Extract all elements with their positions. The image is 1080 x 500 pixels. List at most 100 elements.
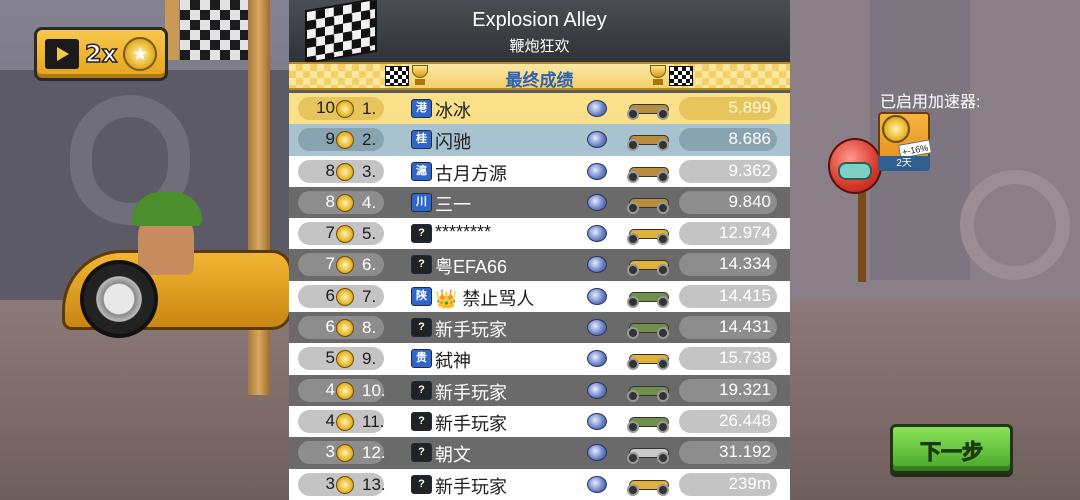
rank-gem-icon bbox=[587, 287, 607, 305]
track-subtitle: 鞭炮狂欢 bbox=[509, 38, 570, 55]
coin-reward: 10 bbox=[316, 98, 335, 117]
region-flag-icon: ? bbox=[411, 411, 432, 431]
panel-header: Explosion Alley 鞭炮狂欢 bbox=[289, 0, 790, 62]
coin-reward: 6 bbox=[325, 285, 335, 305]
player-name: 新手玩家 bbox=[435, 413, 507, 434]
coin-icon bbox=[336, 412, 354, 431]
result-row: 6 7. 陕 👑 禁止骂人 14.415 bbox=[289, 280, 790, 313]
region-flag-icon: 港 bbox=[411, 99, 432, 118]
player-name: 闪驰 bbox=[435, 132, 471, 153]
video-play-icon bbox=[45, 39, 79, 69]
player-name: 粤EFA66 bbox=[435, 257, 508, 278]
booster-duration: 2天 bbox=[878, 156, 930, 171]
rank-gem-icon bbox=[587, 412, 607, 430]
finish-time: 9.362 bbox=[728, 160, 771, 180]
rank-gem-icon bbox=[587, 350, 607, 368]
rank-number: 4. bbox=[362, 192, 377, 212]
vehicle-icon bbox=[625, 317, 673, 340]
coin-reward: 5 bbox=[325, 348, 335, 368]
rank-number: 5. bbox=[362, 224, 377, 244]
region-flag-icon: ? bbox=[411, 255, 432, 275]
finish-time: 15.738 bbox=[719, 348, 771, 368]
vehicle-icon bbox=[625, 223, 673, 246]
finish-time: 26.448 bbox=[719, 410, 771, 430]
rank-gem-icon bbox=[587, 100, 607, 117]
result-row: 3 13.? 新手玩家 239m bbox=[289, 468, 790, 500]
player-name: 弑神 bbox=[435, 351, 471, 372]
rank-gem-icon bbox=[587, 319, 607, 337]
player-name: 👑 禁止骂人 bbox=[435, 288, 535, 309]
rank-gem-icon bbox=[587, 131, 607, 149]
finish-time: 14.431 bbox=[719, 317, 771, 337]
finish-time: 19.321 bbox=[719, 379, 771, 399]
rank-number: 3. bbox=[362, 161, 377, 181]
vehicle-icon bbox=[625, 98, 673, 120]
coin-reward: 6 bbox=[325, 317, 335, 337]
coin-booster-icon bbox=[882, 115, 910, 143]
vehicle-icon bbox=[625, 442, 673, 465]
player-name: 古月方源 bbox=[435, 163, 507, 184]
track-title: Explosion Alley bbox=[472, 9, 607, 31]
vehicle-icon bbox=[625, 129, 673, 152]
rank-gem-icon bbox=[587, 225, 607, 243]
next-button-label: 下一步 bbox=[920, 441, 984, 465]
finish-pole bbox=[248, 0, 270, 395]
result-row: 4 10.? 新手玩家 19.321 bbox=[289, 374, 790, 406]
player-name: 三一 bbox=[435, 194, 471, 215]
finish-time: 12.974 bbox=[719, 223, 771, 243]
active-boosters-label: 已启用加速器: bbox=[880, 94, 981, 111]
results-panel: Explosion Alley 鞭炮狂欢 最终成绩 10 1. 港冰冰 5.899 9 2… bbox=[289, 0, 790, 500]
finish-time: 31.192 bbox=[719, 442, 771, 462]
result-row: 8 3. 滬古月方源 9.362 bbox=[289, 155, 790, 187]
finish-time: 5.899 bbox=[728, 98, 771, 117]
vehicle-icon bbox=[625, 474, 673, 496]
result-row: 7 5.? ******** 12.974 bbox=[289, 218, 790, 250]
rank-number: 10. bbox=[362, 380, 386, 400]
region-flag-icon: 川 bbox=[411, 192, 432, 212]
result-row: 5 9. 贵弑神 15.738 bbox=[289, 343, 790, 375]
background-swirl-carving bbox=[960, 170, 1070, 280]
next-button[interactable]: 下一步 bbox=[890, 424, 1013, 474]
player-name: 新手玩家 bbox=[435, 320, 507, 341]
vehicle-icon bbox=[625, 161, 673, 183]
vehicle-icon bbox=[625, 380, 673, 402]
rank-gem-icon bbox=[587, 444, 607, 462]
rank-gem-icon bbox=[587, 162, 607, 180]
region-flag-icon: ? bbox=[411, 318, 432, 338]
coin-star-icon: ★ bbox=[123, 37, 158, 71]
result-row: 6 8.? 新手玩家 14.431 bbox=[289, 312, 790, 344]
region-flag-icon: 滬 bbox=[411, 161, 432, 181]
rank-number: 12. bbox=[362, 443, 386, 463]
coin-icon bbox=[336, 475, 354, 494]
coin-reward: 4 bbox=[325, 379, 335, 399]
region-flag-icon: 桂 bbox=[411, 130, 432, 150]
double-coins-ad-button[interactable]: 2x ★ bbox=[34, 27, 168, 81]
rank-number: 8. bbox=[362, 318, 377, 338]
finish-time: 14.334 bbox=[719, 254, 771, 274]
vehicle-icon bbox=[625, 286, 673, 308]
result-row: 9 2. 桂闪驰 8.686 bbox=[289, 124, 790, 156]
boost-multiplier: 2x bbox=[84, 39, 118, 69]
rank-gem-icon bbox=[587, 381, 607, 399]
car-wheel bbox=[80, 260, 158, 338]
coin-icon bbox=[336, 319, 354, 338]
player-name: 朝文 bbox=[435, 445, 471, 466]
result-row: 3 12.? 朝文 31.192 bbox=[289, 437, 790, 469]
rank-gem-icon bbox=[587, 256, 607, 274]
rank-gem-icon bbox=[587, 475, 607, 493]
coin-reward: 7 bbox=[325, 254, 335, 274]
rank-number: 7. bbox=[362, 286, 377, 306]
checkered-banner bbox=[180, 0, 250, 60]
coin-reward: 7 bbox=[325, 223, 335, 243]
rank-gem-icon bbox=[587, 193, 607, 211]
rank-number: 6. bbox=[362, 255, 377, 275]
final-results-title: 最终成绩 bbox=[505, 71, 574, 90]
region-flag-icon: 贵 bbox=[411, 349, 432, 369]
result-row: 8 4. 川三一 9.840 bbox=[289, 186, 790, 219]
vehicle-icon bbox=[625, 192, 673, 214]
vehicle-icon bbox=[625, 348, 673, 371]
player-name: ******** bbox=[435, 222, 492, 243]
coin-reward: 3 bbox=[325, 473, 335, 493]
coin-icon bbox=[336, 100, 354, 118]
vehicle-icon bbox=[625, 411, 673, 433]
